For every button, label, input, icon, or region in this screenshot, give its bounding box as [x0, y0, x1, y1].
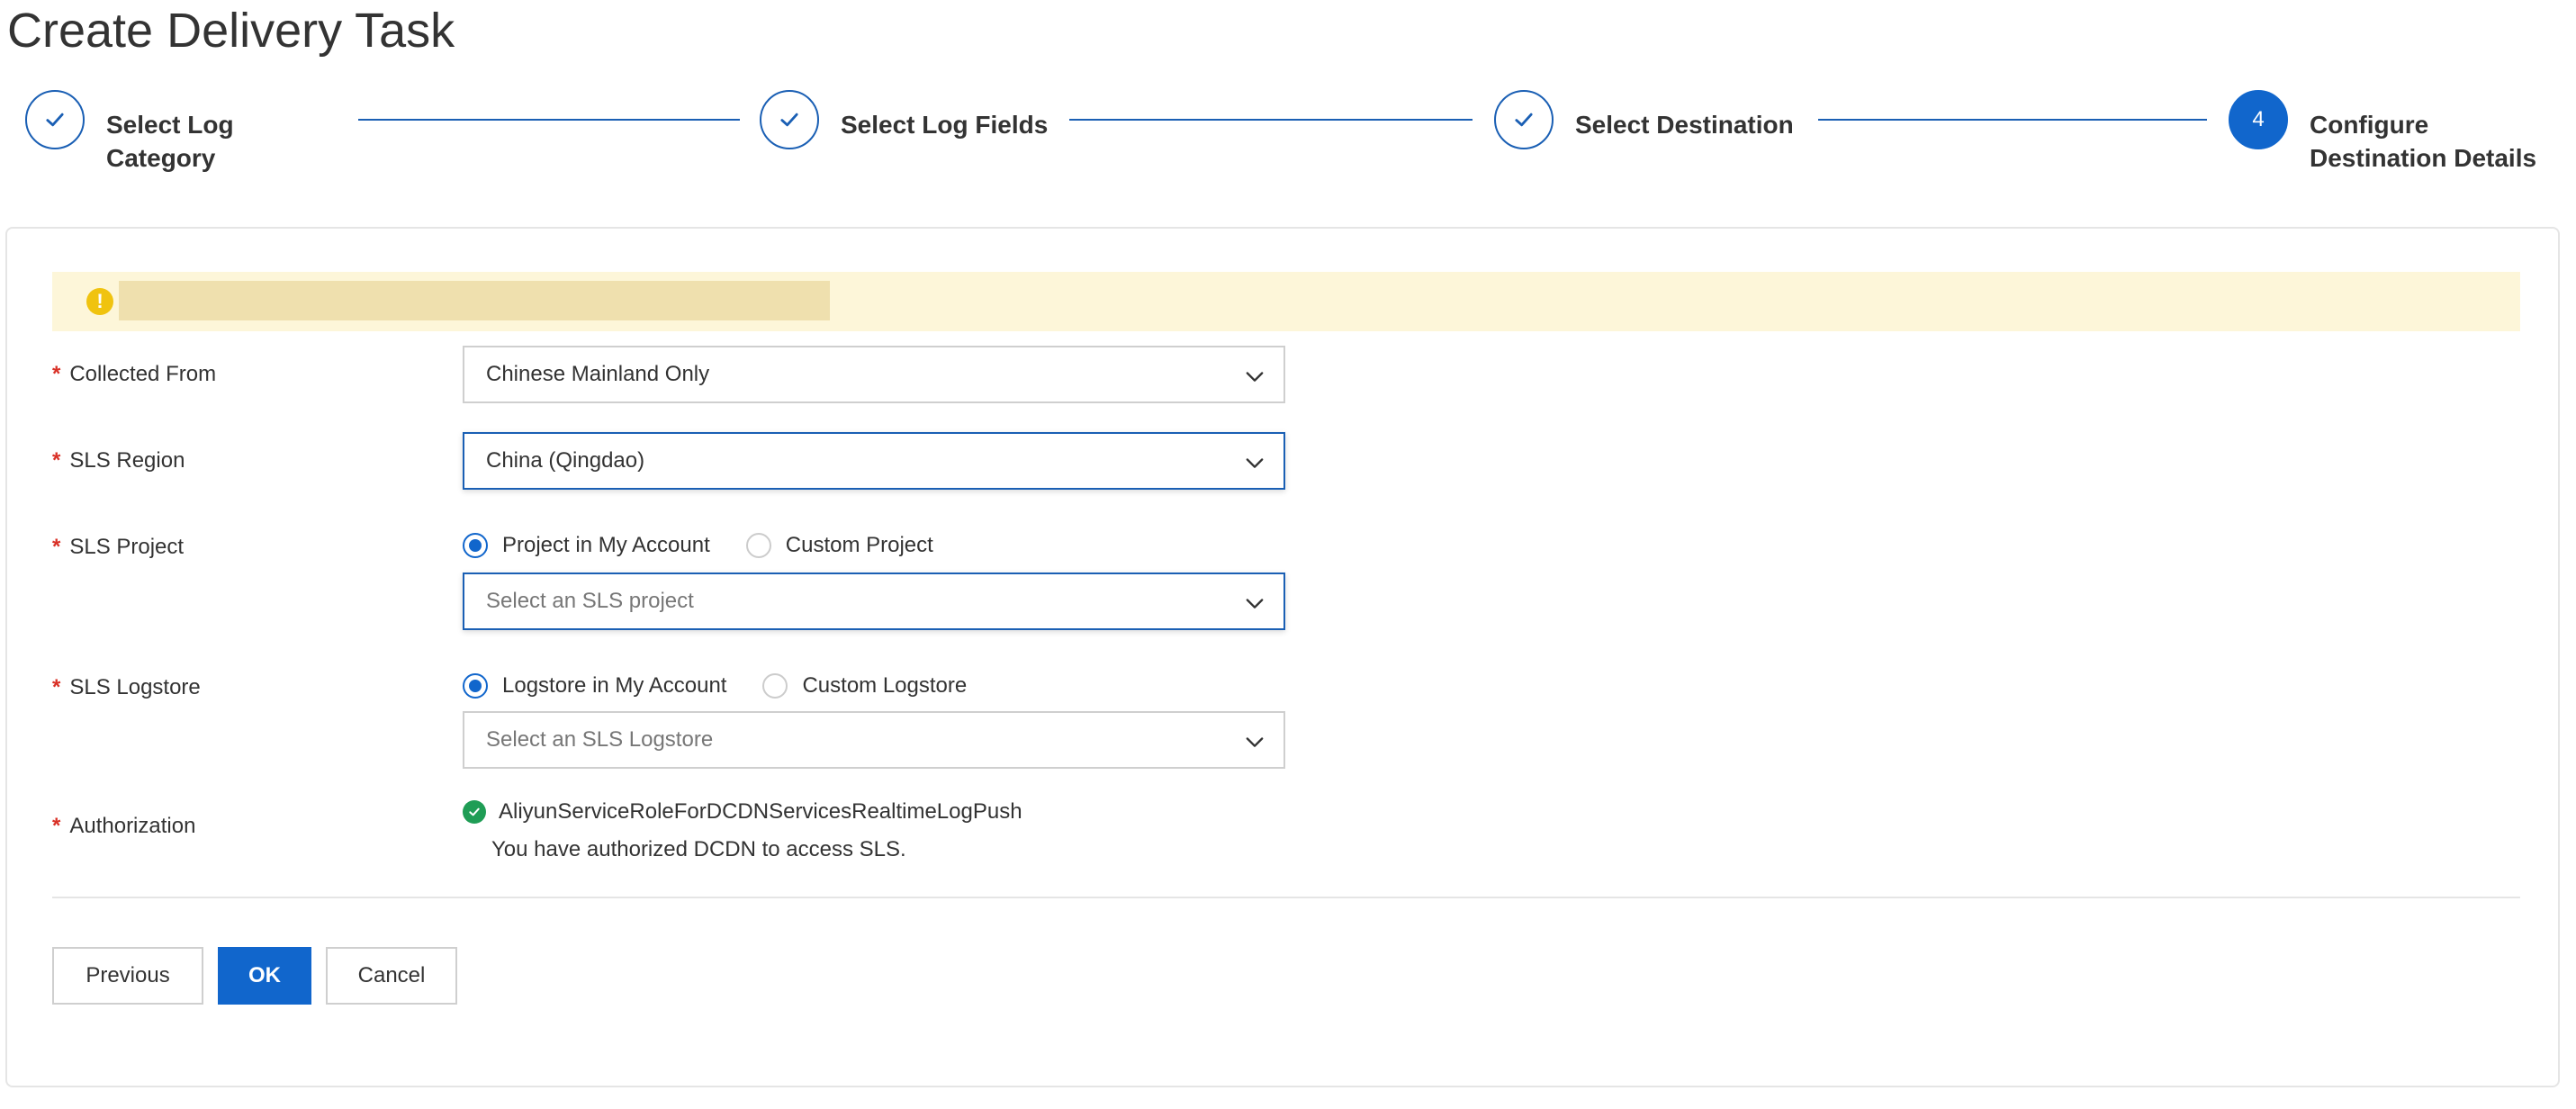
sls-project-radio-group: Project in My Account Custom Project — [463, 533, 969, 558]
sls-logstore-radio-group: Logstore in My Account Custom Logstore — [463, 673, 1003, 699]
authorization-role-name: AliyunServiceRoleForDCDNServicesRealtime… — [499, 799, 1022, 824]
alert-text — [119, 281, 830, 320]
sls-region-value: China (Qingdao) — [486, 448, 645, 473]
ok-button[interactable]: OK — [218, 947, 311, 1005]
step-configure-destination-details: 4 Configure Destination Details — [2229, 90, 2536, 175]
previous-button[interactable]: Previous — [52, 947, 203, 1005]
steps-indicator: Select Log Category Select Log Fields Se… — [0, 90, 2576, 198]
step-4-number: 4 — [2229, 90, 2288, 149]
step-1-check-icon — [25, 90, 85, 149]
chevron-down-icon — [1246, 599, 1264, 609]
success-check-icon — [463, 800, 486, 824]
page-title: Create Delivery Task — [7, 4, 455, 58]
radio-logstore-in-my-account[interactable] — [463, 673, 488, 699]
collected-from-value: Chinese Mainland Only — [486, 362, 710, 386]
sls-logstore-placeholder: Select an SLS Logstore — [486, 727, 714, 752]
sls-project-placeholder: Select an SLS project — [486, 589, 694, 613]
chevron-down-icon — [1246, 372, 1264, 382]
step-connector-3 — [1818, 119, 2207, 121]
authorization-note: You have authorized DCDN to access SLS. — [491, 837, 906, 861]
cancel-button[interactable]: Cancel — [326, 947, 457, 1005]
radio-project-in-my-account-label[interactable]: Project in My Account — [502, 533, 710, 558]
step-select-destination: Select Destination — [1494, 90, 1794, 149]
step-3-label: Select Destination — [1575, 111, 1794, 139]
step-connector-1 — [358, 119, 740, 121]
sls-project-label: * SLS Project — [52, 535, 185, 559]
radio-custom-project-label[interactable]: Custom Project — [786, 533, 933, 558]
warning-icon: ! — [86, 288, 113, 315]
radio-custom-logstore[interactable] — [762, 673, 788, 699]
step-3-check-icon — [1494, 90, 1554, 149]
sls-region-select[interactable]: China (Qingdao) — [463, 432, 1285, 490]
sls-region-label: * SLS Region — [52, 448, 185, 473]
step-select-log-fields: Select Log Fields — [760, 90, 1048, 149]
sls-project-select[interactable]: Select an SLS project — [463, 573, 1285, 630]
form-card: ! * Collected From Chinese Mainland Only … — [5, 227, 2560, 1087]
sls-logstore-label: * SLS Logstore — [52, 675, 201, 699]
step-2-label: Select Log Fields — [841, 111, 1049, 139]
alert-banner: ! — [52, 272, 2520, 331]
step-connector-2 — [1069, 119, 1473, 121]
form-divider — [52, 897, 2520, 898]
step-2-check-icon — [760, 90, 819, 149]
collected-from-select[interactable]: Chinese Mainland Only — [463, 346, 1285, 403]
radio-custom-logstore-label[interactable]: Custom Logstore — [802, 673, 967, 699]
step-1-label: Select Log Category — [106, 111, 234, 172]
radio-custom-project[interactable] — [745, 533, 771, 558]
sls-logstore-select[interactable]: Select an SLS Logstore — [463, 711, 1285, 769]
radio-project-in-my-account[interactable] — [463, 533, 488, 558]
step-4-label: Configure Destination Details — [2310, 111, 2537, 172]
collected-from-label: * Collected From — [52, 362, 217, 386]
chevron-down-icon — [1246, 458, 1264, 468]
step-select-log-category: Select Log Category — [25, 90, 234, 175]
authorization-label: * Authorization — [52, 814, 196, 838]
radio-logstore-in-my-account-label[interactable]: Logstore in My Account — [502, 673, 726, 699]
authorization-role: AliyunServiceRoleForDCDNServicesRealtime… — [463, 799, 1022, 825]
chevron-down-icon — [1246, 737, 1264, 747]
